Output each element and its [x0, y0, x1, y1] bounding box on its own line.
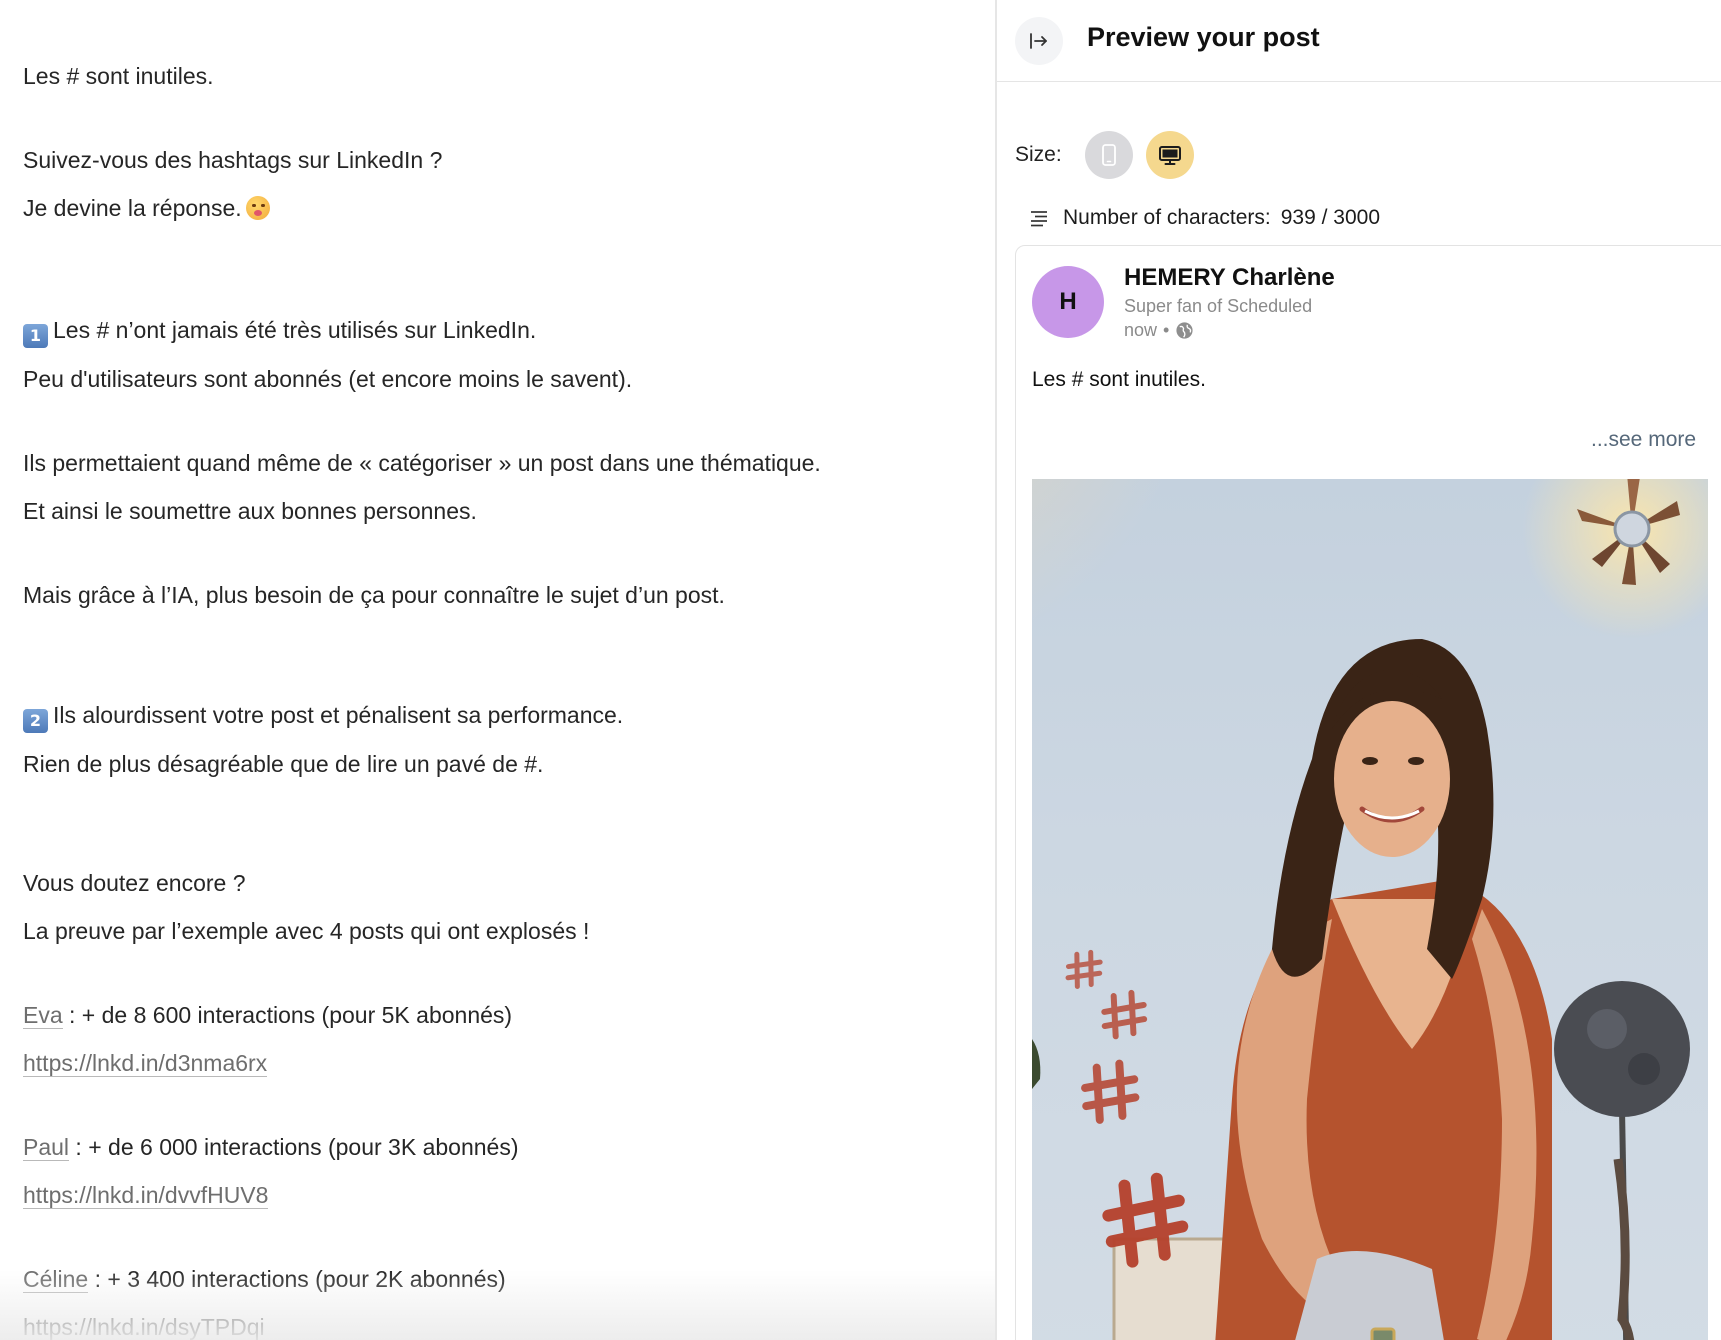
post-editor[interactable]: Les # sont inutiles. Suivez-vous des has… [0, 0, 995, 1340]
editor-line: Suivez-vous des hashtags sur LinkedIn ? [23, 147, 443, 173]
preview-panel: Preview your post Size: Number of charac… [997, 0, 1721, 1340]
editor-line: Rien de plus désagréable que de lire un … [23, 751, 544, 777]
mention-link[interactable]: Paul [23, 1134, 70, 1161]
keycap-two-icon: 2 [23, 709, 48, 733]
meta-separator: • [1163, 320, 1170, 340]
mention-link[interactable]: Céline [23, 1266, 89, 1293]
editor-line: Eva : + de 8 600 interactions (pour 5K a… [23, 1001, 512, 1029]
avatar: H [1032, 266, 1104, 338]
editor-line: Peu d'utilisateurs sont abonnés (et enco… [23, 366, 633, 392]
editor-line: Ils permettaient quand même de « catégor… [23, 450, 821, 476]
author-tagline: Super fan of Scheduled [1124, 296, 1313, 316]
editor-line: Et ainsi le soumettre aux bonnes personn… [23, 498, 477, 524]
desktop-monitor-icon [1159, 146, 1181, 165]
editor-line: Paul : + de 6 000 interactions (pour 3K … [23, 1133, 518, 1161]
url-link[interactable]: https://lnkd.in/dsyTPDqi [23, 1314, 265, 1340]
see-more-link[interactable]: ...see more [1591, 428, 1696, 452]
post-timestamp: now [1124, 320, 1158, 340]
character-counter: Number of characters: 939 / 3000 [1029, 206, 1380, 230]
globe-icon [1176, 322, 1193, 339]
collapse-panel-icon [1030, 33, 1047, 49]
mobile-size-button[interactable] [1085, 131, 1133, 179]
post-image [1032, 479, 1708, 1340]
post-meta: now • [1124, 320, 1194, 341]
editor-line: https://lnkd.in/dvvfHUV8 [23, 1181, 269, 1209]
url-link[interactable]: https://lnkd.in/d3nma6rx [23, 1050, 268, 1077]
editor-line: Mais grâce à l’IA, plus besoin de ça pou… [23, 582, 725, 608]
preview-post-text: Les # sont inutiles. [1032, 368, 1206, 391]
editor-line: Je devine la réponse. [23, 194, 270, 222]
shushing-face-emoji-icon [245, 196, 270, 220]
character-counter-label: Number of characters: [1063, 206, 1271, 229]
character-count-value: 939 / 3000 [1280, 206, 1381, 229]
editor-line-text: Je devine la réponse. [23, 195, 242, 221]
editor-line-text: : + de 8 600 interactions (pour 5K abonn… [62, 1002, 513, 1028]
desktop-size-button[interactable] [1146, 131, 1194, 179]
editor-line: 2 Ils alourdissent votre post et pénalise… [23, 701, 623, 733]
panel-title: Preview your post [1087, 22, 1320, 52]
editor-line-text: : + 3 400 interactions (pour 2K abonnés) [88, 1266, 506, 1292]
mobile-device-icon [1102, 144, 1116, 166]
keycap-one-icon: 1 [23, 324, 48, 348]
mention-link[interactable]: Eva [23, 1002, 63, 1029]
text-lines-icon [1031, 211, 1047, 227]
editor-line-text: Ils alourdissent votre post et pénalisen… [53, 702, 624, 728]
editor-line: La preuve par l’exemple avec 4 posts qui… [23, 918, 590, 944]
author-name: HEMERY Charlène [1124, 264, 1335, 291]
size-label: Size: [1015, 143, 1062, 166]
editor-line-text: Les # n’ont jamais été très utilisés sur… [53, 317, 537, 343]
editor-line: https://lnkd.in/dsyTPDqi [23, 1313, 265, 1340]
editor-line: Vous doutez encore ? [23, 870, 246, 896]
editor-line-text: : + de 6 000 interactions (pour 3K abonn… [69, 1134, 519, 1160]
editor-line: https://lnkd.in/d3nma6rx [23, 1049, 268, 1077]
editor-line: Céline : + 3 400 interactions (pour 2K a… [23, 1265, 506, 1293]
preview-header: Preview your post [997, 0, 1721, 82]
editor-line: 1 Les # n’ont jamais été très utilisés su… [23, 316, 536, 348]
editor-line: Les # sont inutiles. [23, 63, 214, 89]
url-link[interactable]: https://lnkd.in/dvvfHUV8 [23, 1182, 269, 1209]
post-preview-card: H HEMERY Charlène Super fan of Scheduled… [1015, 245, 1721, 1340]
collapse-panel-button[interactable] [1015, 17, 1063, 65]
